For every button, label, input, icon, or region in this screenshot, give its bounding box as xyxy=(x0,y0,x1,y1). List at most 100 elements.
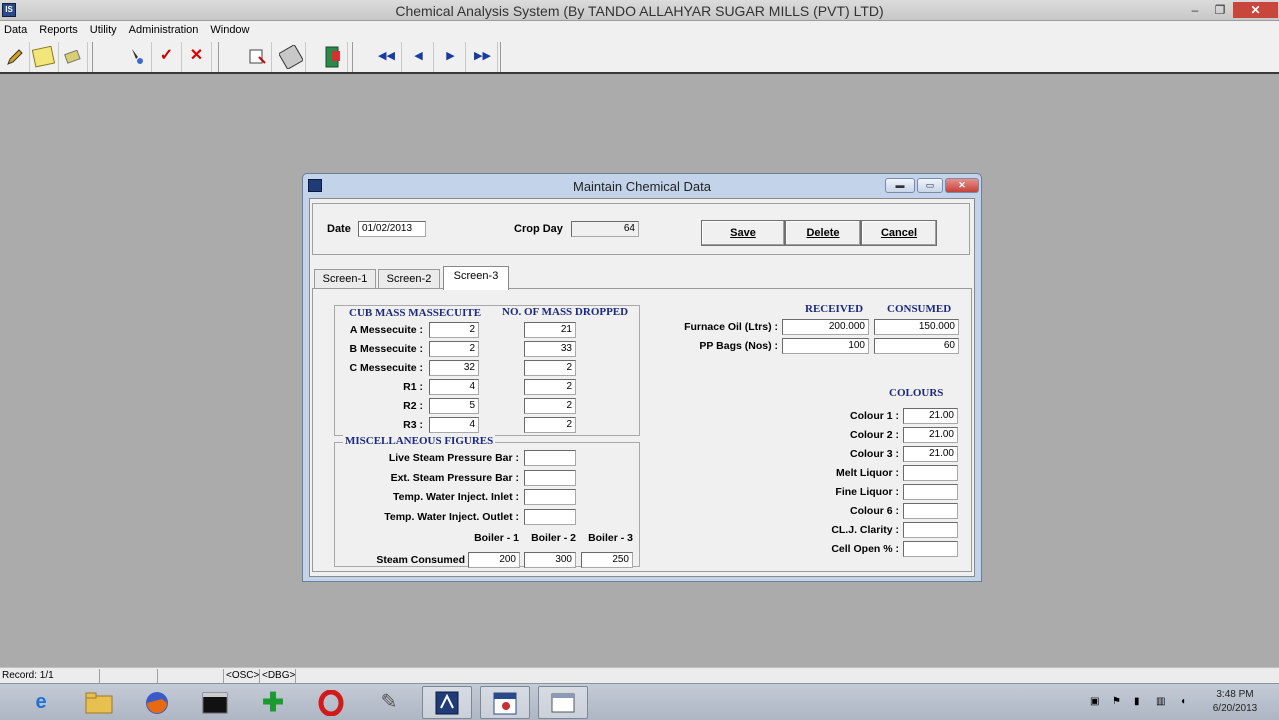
notepad-icon[interactable] xyxy=(29,42,59,72)
opera-icon[interactable] xyxy=(306,686,356,719)
menu-window[interactable]: Window xyxy=(206,21,253,36)
tab-screen-1[interactable]: Screen-1 xyxy=(314,269,376,289)
status-panel xyxy=(160,669,224,683)
water-inject-outlet-field[interactable] xyxy=(524,509,576,525)
analysis-app-icon[interactable] xyxy=(422,686,472,719)
pp-bags-received-field[interactable]: 100 xyxy=(782,338,869,354)
steam-consumed-label: Steam Consumed xyxy=(376,554,465,566)
menu-reports[interactable]: Reports xyxy=(35,21,82,36)
disk-icon[interactable] xyxy=(276,42,306,72)
close-icon[interactable]: ✕ xyxy=(1233,2,1278,18)
colour-1-field[interactable]: 21.00 xyxy=(903,408,958,424)
delete-button-label: Delete xyxy=(806,227,840,239)
b-massecuite-dropped-field[interactable]: 33 xyxy=(524,341,576,357)
dialog-close-icon[interactable]: ✕ xyxy=(945,178,979,193)
crop-day-label: Crop Day xyxy=(514,223,563,235)
r1-dropped-field[interactable]: 2 xyxy=(524,379,576,395)
live-steam-pressure-field[interactable] xyxy=(524,450,576,466)
fine-liquor-field[interactable] xyxy=(903,484,958,500)
volume-icon[interactable]: ◖ xyxy=(1180,696,1186,707)
network-icon[interactable]: ▥ xyxy=(1156,696,1165,707)
file-explorer-icon[interactable] xyxy=(74,686,124,719)
colour-6-field[interactable] xyxy=(903,503,958,519)
window-app-icon[interactable] xyxy=(538,686,588,719)
c-massecuite-cub-field[interactable]: 32 xyxy=(429,360,479,376)
next-record-icon[interactable]: ▶ xyxy=(436,42,466,72)
tab-screen-2[interactable]: Screen-2 xyxy=(378,269,440,289)
pencil-icon[interactable] xyxy=(0,42,30,72)
b-massecuite-cub-field[interactable]: 2 xyxy=(429,341,479,357)
calendar-app-icon[interactable] xyxy=(480,686,530,719)
cell-open-field[interactable] xyxy=(903,541,958,557)
internet-explorer-icon[interactable]: e xyxy=(16,686,66,719)
r3-cub-field[interactable]: 4 xyxy=(429,417,479,433)
battery-icon[interactable]: ▮ xyxy=(1134,696,1140,707)
a-massecuite-cub-field[interactable]: 2 xyxy=(429,322,479,338)
clock[interactable]: 3:48 PM 6/20/2013 xyxy=(1200,688,1270,716)
fuel-label: PP Bags (Nos) : xyxy=(699,340,778,352)
eraser-icon[interactable] xyxy=(58,42,88,72)
r1-cub-field[interactable]: 4 xyxy=(429,379,479,395)
taskbar: e ✚ ✎ ▣ ⚑ ▮ ▥ ◖ 3:48 PM 6/20/2013 xyxy=(0,683,1279,720)
colour-label: Fine Liquor : xyxy=(835,486,899,498)
pp-bags-consumed-field[interactable]: 60 xyxy=(874,338,959,354)
misc-label: Temp. Water Inject. Outlet : xyxy=(384,511,519,523)
boiler-1-steam-field[interactable]: 200 xyxy=(468,552,520,568)
ext-steam-pressure-field[interactable] xyxy=(524,470,576,486)
save-button[interactable]: Save xyxy=(701,220,785,246)
command-prompt-icon[interactable] xyxy=(190,686,240,719)
flag-icon[interactable]: ⚑ xyxy=(1112,696,1121,707)
status-panel xyxy=(102,669,158,683)
fuel-label: Furnace Oil (Ltrs) : xyxy=(684,321,778,333)
exit-door-icon[interactable] xyxy=(318,42,348,72)
minimize-icon[interactable]: – xyxy=(1183,2,1207,18)
clj-clarity-field[interactable] xyxy=(903,522,958,538)
massecuite-label: C Messecuite : xyxy=(349,362,423,374)
colour-2-field[interactable]: 21.00 xyxy=(903,427,958,443)
menu-data[interactable]: Data xyxy=(0,21,31,36)
dialog-restore-icon[interactable]: ▭ xyxy=(917,178,943,193)
find-icon[interactable] xyxy=(122,42,152,72)
crop-day-field[interactable]: 64 xyxy=(571,221,639,237)
maintain-chemical-data-dialog: Maintain Chemical Data ▬ ▭ ✕ Date 01/02/… xyxy=(302,173,982,582)
dialog-minimize-icon[interactable]: ▬ xyxy=(885,178,915,193)
checkmark-icon[interactable]: ✓ xyxy=(152,42,182,72)
boiler-3-steam-field[interactable]: 250 xyxy=(581,552,633,568)
furnace-oil-consumed-field[interactable]: 150.000 xyxy=(874,319,959,335)
r3-dropped-field[interactable]: 2 xyxy=(524,417,576,433)
header-group: Date 01/02/2013 Crop Day 64 Save Delete … xyxy=(312,203,970,255)
last-record-icon[interactable]: ▶▶ xyxy=(468,42,498,72)
tool-icon[interactable]: ✎ xyxy=(364,686,414,719)
misc-figures-caption: MISCELLANEOUS FIGURES xyxy=(343,435,496,447)
menu-administration[interactable]: Administration xyxy=(125,21,203,36)
boiler-2-steam-field[interactable]: 300 xyxy=(524,552,576,568)
c-massecuite-dropped-field[interactable]: 2 xyxy=(524,360,576,376)
melt-liquor-field[interactable] xyxy=(903,465,958,481)
menu-utility[interactable]: Utility xyxy=(86,21,121,36)
delete-x-icon[interactable]: ✕ xyxy=(182,42,212,72)
tab-screen-3[interactable]: Screen-3 xyxy=(443,266,509,290)
a-massecuite-dropped-field[interactable]: 21 xyxy=(524,322,576,338)
action-center-icon[interactable]: ▣ xyxy=(1090,696,1099,707)
dbg-status: <DBG> xyxy=(262,669,296,683)
furnace-oil-received-field[interactable]: 200.000 xyxy=(782,319,869,335)
colour-3-field[interactable]: 21.00 xyxy=(903,446,958,462)
app-titlebar: IS Chemical Analysis System (By TANDO AL… xyxy=(0,0,1279,21)
colour-label: Cell Open % : xyxy=(831,543,899,555)
add-program-icon[interactable]: ✚ xyxy=(248,686,298,719)
previous-record-icon[interactable]: ◀ xyxy=(404,42,434,72)
cancel-button-label: Cancel xyxy=(880,227,918,239)
date-field[interactable]: 01/02/2013 xyxy=(358,221,426,237)
osc-status: <OSC> xyxy=(226,669,260,683)
delete-button[interactable]: Delete xyxy=(785,220,861,246)
firefox-icon[interactable] xyxy=(132,686,182,719)
restore-icon[interactable]: ❐ xyxy=(1208,2,1232,18)
r2-cub-field[interactable]: 5 xyxy=(429,398,479,414)
app-title: Chemical Analysis System (By TANDO ALLAH… xyxy=(395,3,884,19)
print-icon[interactable] xyxy=(242,42,272,72)
received-header: RECEIVED xyxy=(805,303,864,315)
first-record-icon[interactable]: ◀◀ xyxy=(372,42,402,72)
water-inject-inlet-field[interactable] xyxy=(524,489,576,505)
r2-dropped-field[interactable]: 2 xyxy=(524,398,576,414)
cancel-button[interactable]: Cancel xyxy=(861,220,937,246)
